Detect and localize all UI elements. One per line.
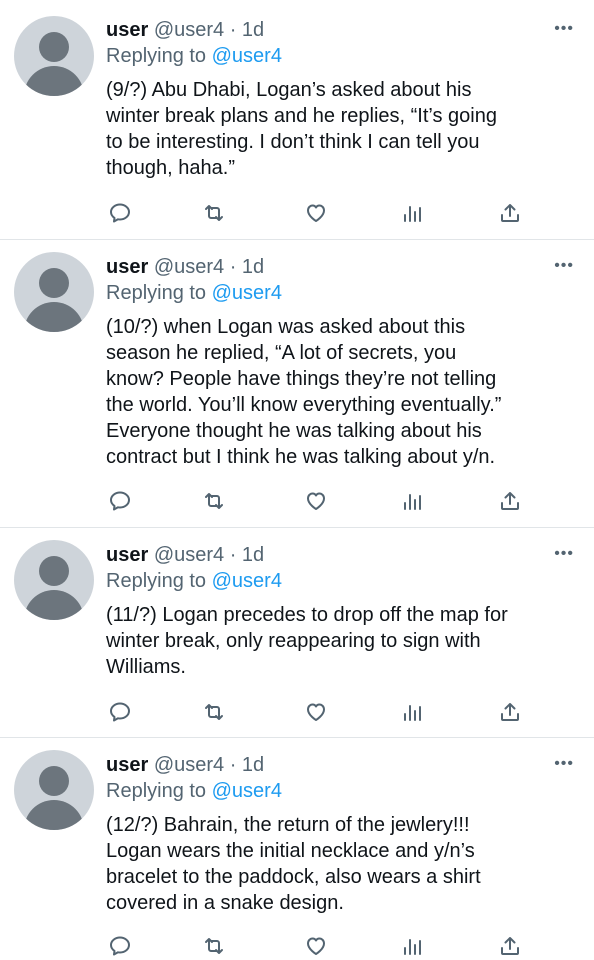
- analytics-icon: [404, 206, 421, 222]
- retweet-icon: [205, 938, 223, 954]
- like-button[interactable]: [302, 199, 330, 227]
- share-icon: [501, 937, 519, 955]
- reply-icon: [110, 702, 130, 722]
- user-handle: @user4 · 1d: [153, 256, 265, 278]
- user-name[interactable]: user: [106, 256, 148, 278]
- tweet-1[interactable]: user @user4 · 1d ••• Replying to @user4 …: [0, 0, 594, 240]
- analytics-button[interactable]: [398, 932, 426, 960]
- avatar[interactable]: [14, 16, 94, 96]
- like-button[interactable]: [302, 932, 330, 960]
- reply-icon: [110, 936, 130, 956]
- reply-icon: [110, 203, 130, 223]
- tweet-actions: [0, 698, 594, 726]
- tweet-header: user @user4 · 1d: [106, 543, 264, 567]
- share-button[interactable]: [496, 932, 524, 960]
- avatar[interactable]: [14, 750, 94, 830]
- analytics-button[interactable]: [398, 487, 426, 515]
- replying-to: Replying to @user4: [106, 282, 282, 304]
- user-handle: @user4 · 1d: [153, 544, 265, 566]
- share-button[interactable]: [496, 199, 524, 227]
- analytics-button[interactable]: [398, 698, 426, 726]
- tweet-actions: [0, 199, 594, 227]
- more-options-button[interactable]: •••: [554, 546, 574, 562]
- reply-handle-link[interactable]: @user4: [212, 570, 282, 592]
- analytics-button[interactable]: [398, 199, 426, 227]
- like-icon: [307, 204, 325, 222]
- user-handle: @user4 · 1d: [153, 19, 265, 41]
- replying-to: Replying to @user4: [106, 780, 282, 802]
- reply-button[interactable]: [106, 932, 134, 960]
- like-icon: [307, 937, 325, 955]
- tweet-3[interactable]: user @user4 · 1d ••• Replying to @user4 …: [0, 528, 594, 738]
- share-button[interactable]: [496, 698, 524, 726]
- retweet-icon: [205, 205, 223, 221]
- more-options-button[interactable]: •••: [554, 258, 574, 274]
- reply-button[interactable]: [106, 199, 134, 227]
- more-options-button[interactable]: •••: [554, 21, 574, 37]
- replying-to: Replying to @user4: [106, 45, 282, 67]
- retweet-icon: [205, 493, 223, 509]
- retweet-button[interactable]: [200, 698, 228, 726]
- user-name[interactable]: user: [106, 544, 148, 566]
- reply-handle-link[interactable]: @user4: [212, 45, 282, 67]
- tweet-header: user @user4 · 1d: [106, 255, 264, 279]
- share-button[interactable]: [496, 487, 524, 515]
- avatar[interactable]: [14, 540, 94, 620]
- more-options-button[interactable]: •••: [554, 756, 574, 772]
- retweet-button[interactable]: [200, 199, 228, 227]
- retweet-button[interactable]: [200, 932, 228, 960]
- share-icon: [501, 703, 519, 721]
- analytics-icon: [404, 705, 421, 721]
- tweet-text: (10/?) when Logan was asked about this s…: [106, 316, 502, 468]
- user-name[interactable]: user: [106, 754, 148, 776]
- replying-to: Replying to @user4: [106, 570, 282, 592]
- reply-handle-link[interactable]: @user4: [212, 780, 282, 802]
- user-handle: @user4 · 1d: [153, 754, 265, 776]
- tweet-header: user @user4 · 1d: [106, 18, 264, 42]
- share-icon: [501, 204, 519, 222]
- tweet-2[interactable]: user @user4 · 1d ••• Replying to @user4 …: [0, 240, 594, 528]
- tweet-actions: [0, 487, 594, 515]
- reply-handle-link[interactable]: @user4: [212, 282, 282, 304]
- like-icon: [307, 703, 325, 721]
- share-icon: [501, 492, 519, 510]
- like-button[interactable]: [302, 698, 330, 726]
- retweet-icon: [205, 704, 223, 720]
- analytics-icon: [404, 494, 421, 510]
- user-name[interactable]: user: [106, 19, 148, 41]
- reply-button[interactable]: [106, 698, 134, 726]
- tweet-actions: [0, 932, 594, 960]
- reply-icon: [110, 491, 130, 511]
- like-icon: [307, 492, 325, 510]
- reply-button[interactable]: [106, 487, 134, 515]
- retweet-button[interactable]: [200, 487, 228, 515]
- tweet-4[interactable]: user @user4 · 1d ••• Replying to @user4 …: [0, 738, 594, 960]
- tweet-text: (12/?) Bahrain, the return of the jewler…: [106, 814, 481, 914]
- tweet-text: (9/?) Abu Dhabi, Logan’s asked about his…: [106, 79, 497, 179]
- like-button[interactable]: [302, 487, 330, 515]
- tweet-header: user @user4 · 1d: [106, 753, 264, 777]
- analytics-icon: [404, 939, 421, 955]
- avatar[interactable]: [14, 252, 94, 332]
- tweet-text: (11/?) Logan precedes to drop off the ma…: [106, 604, 508, 678]
